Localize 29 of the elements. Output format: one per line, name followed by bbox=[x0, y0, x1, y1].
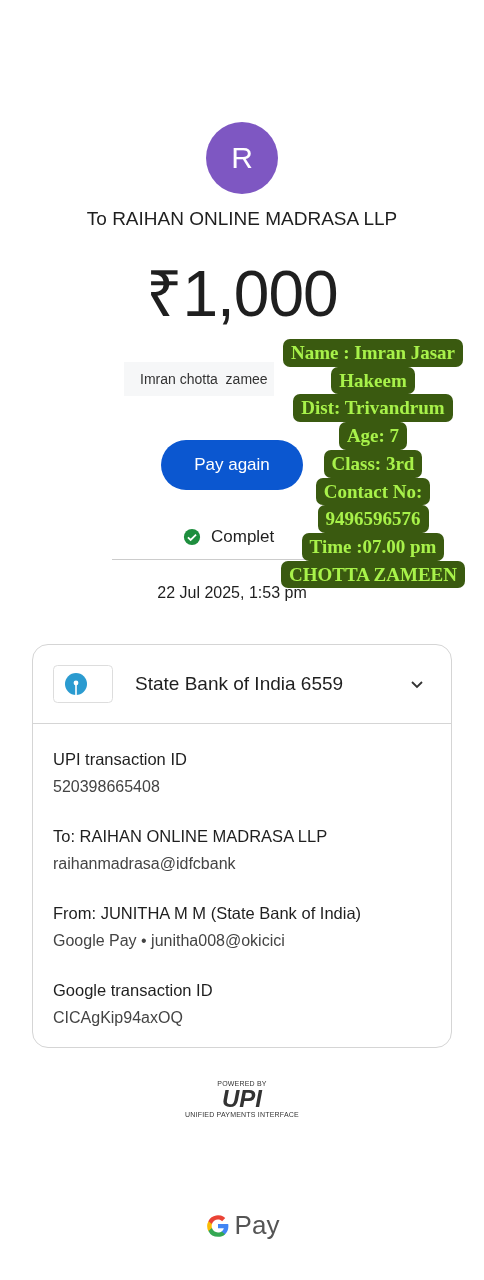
sticker-text: Contact No: bbox=[315, 477, 431, 506]
sticker-text: Dist: Trivandrum bbox=[293, 394, 453, 423]
payment-note: Imran chotta zamee bbox=[124, 362, 274, 396]
avatar: R bbox=[206, 122, 278, 194]
sticker-text: Age: 7 bbox=[338, 422, 408, 450]
detail-label: Google transaction ID bbox=[53, 981, 214, 1000]
check-icon bbox=[183, 528, 201, 546]
bank-logo-icon bbox=[53, 665, 113, 703]
detail-value: raihanmadrasa@idfcbank bbox=[53, 855, 237, 873]
detail-label: To: RAIHAN ONLINE MADRASA LLP bbox=[53, 827, 329, 846]
status-text: Complet bbox=[211, 527, 275, 547]
sticker-text: Time :07.00 pm bbox=[301, 532, 445, 561]
sticker-text: 9496596576 bbox=[317, 505, 429, 533]
google-g-icon bbox=[204, 1212, 231, 1239]
sticker-text: Class: 3rd bbox=[323, 449, 423, 478]
detail-label: From: JUNITHA M M (State Bank of India) bbox=[53, 904, 363, 923]
upi-logo: UPI bbox=[222, 1087, 262, 1111]
pay-again-button[interactable]: Pay again bbox=[161, 440, 303, 490]
payee-name: To RAIHAN ONLINE MADRASA LLP bbox=[86, 208, 398, 230]
detail-value: CICAgKip94axOQ bbox=[53, 1009, 184, 1027]
sticker-text: CHOTTA ZAMEEN bbox=[281, 560, 465, 589]
detail-value: 520398665408 bbox=[53, 778, 161, 796]
amount: ₹1,000 bbox=[146, 262, 338, 326]
sticker-text: Hakeem bbox=[331, 366, 415, 395]
gpay-wordmark: Pay bbox=[234, 1210, 280, 1241]
bank-account: State Bank of India 6559 bbox=[135, 673, 345, 695]
sticker-text: Name : Imran Jasar bbox=[282, 339, 464, 367]
detail-value: Google Pay • junitha008@okicici bbox=[53, 932, 286, 950]
detail-label: UPI transaction ID bbox=[53, 750, 188, 769]
